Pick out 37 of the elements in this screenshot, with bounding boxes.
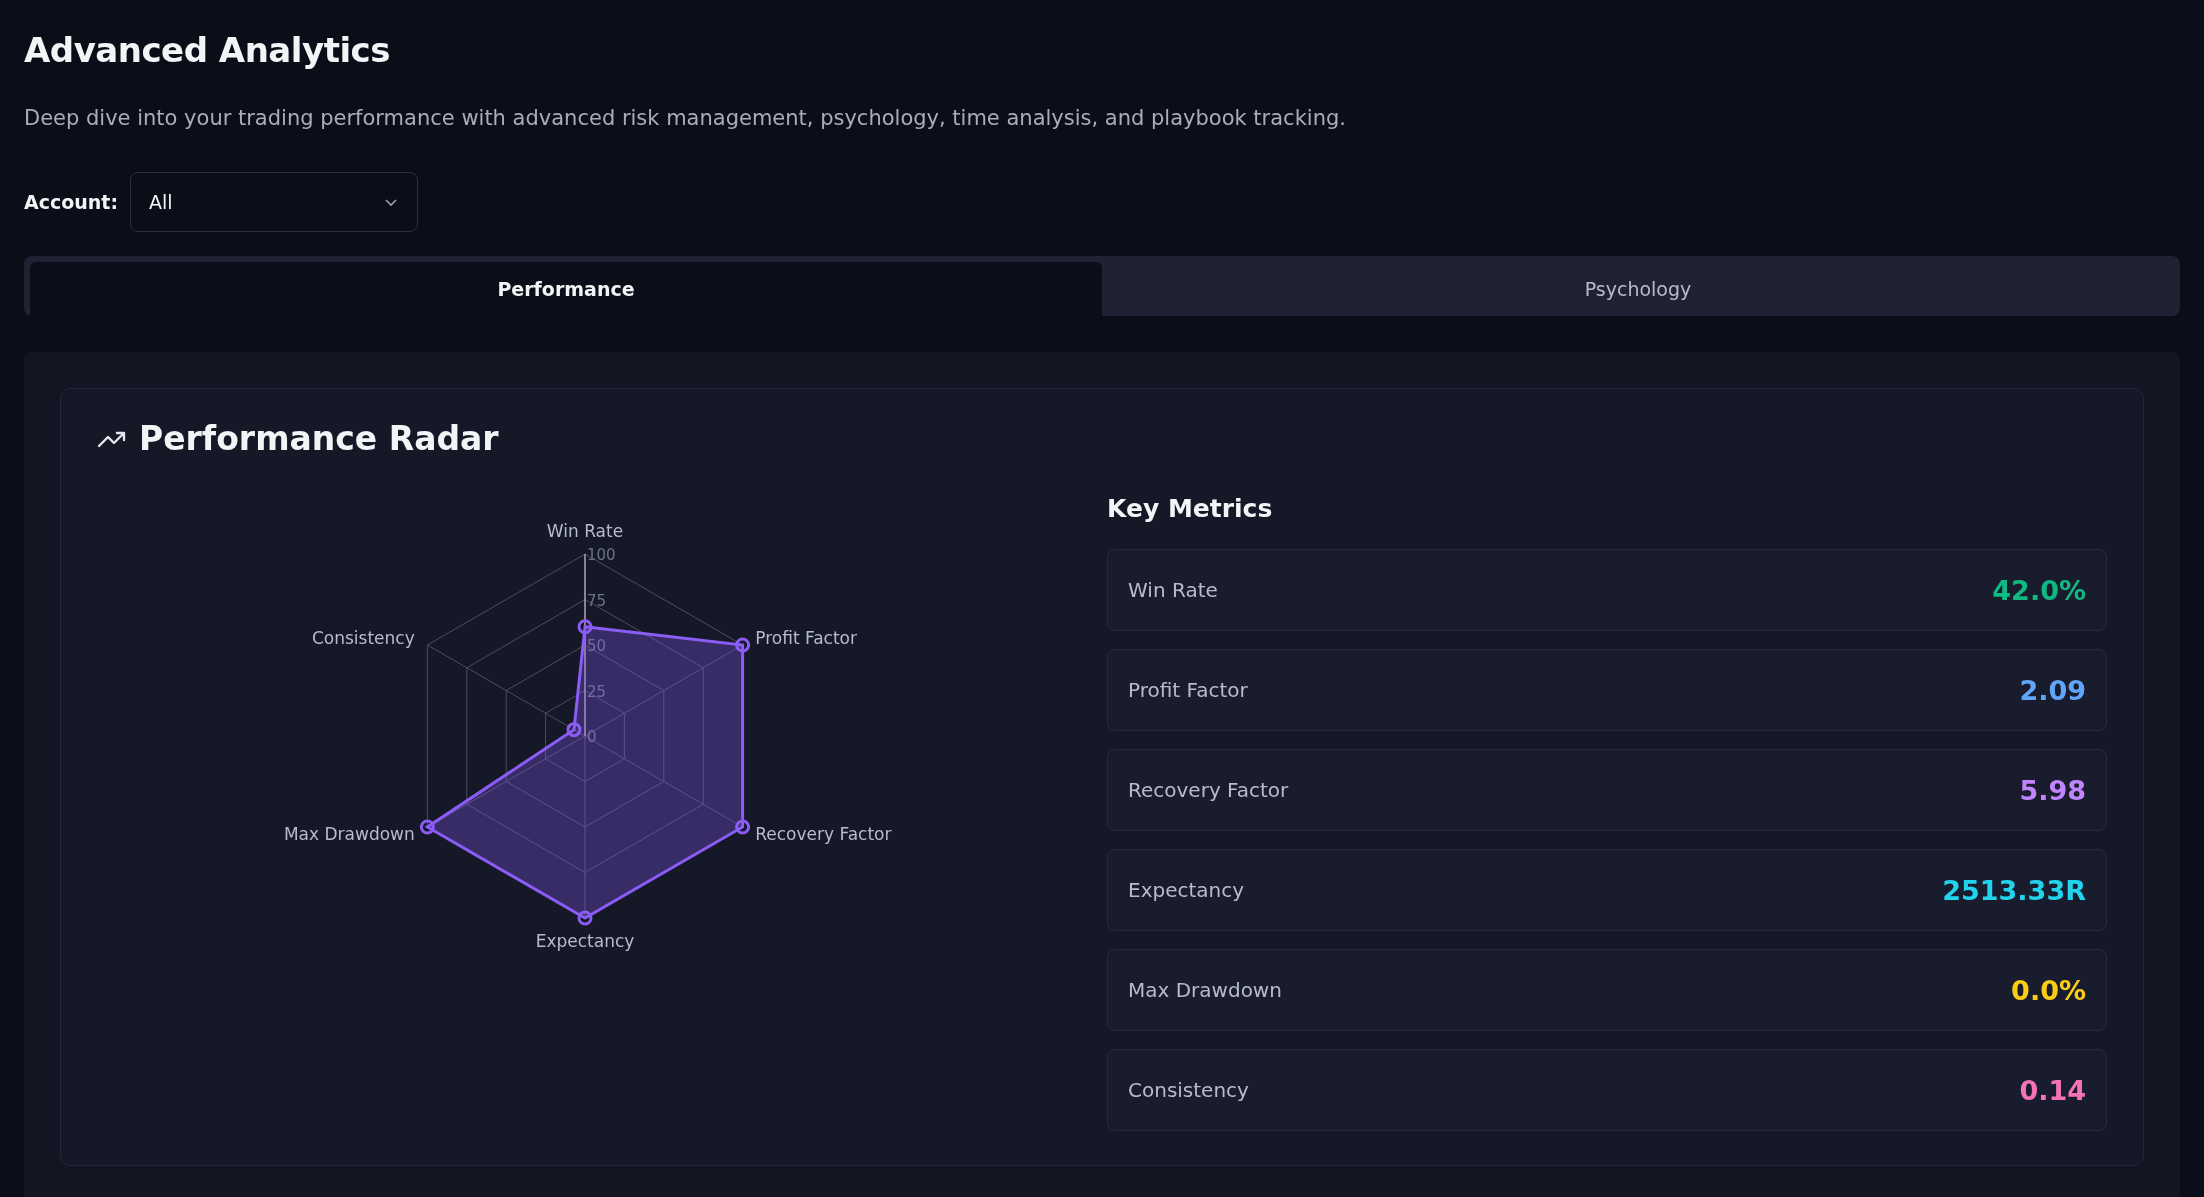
metric-value: 5.98 (2019, 774, 2086, 806)
metric-value: 0.14 (2019, 1074, 2086, 1106)
metric-value: 2513.33R (1942, 874, 2086, 906)
axis-tick-label: 25 (587, 682, 607, 701)
metric-label: Max Drawdown (1128, 978, 1282, 1002)
data-point (735, 819, 751, 835)
data-point (419, 819, 435, 835)
metric-value: 42.0% (1992, 574, 2086, 606)
account-select[interactable]: All (130, 172, 419, 232)
metric-label: Recovery Factor (1128, 778, 1289, 802)
tab[interactable]: Performance (30, 262, 1102, 316)
axis-label: Profit Factor (755, 627, 857, 648)
axis-label: Recovery Factor (755, 824, 892, 845)
metric-value: 0.0% (2011, 974, 2086, 1006)
card-title: Performance Radar (139, 419, 499, 458)
axis-tick-label: 100 (587, 546, 616, 564)
page-title: Advanced Analytics (24, 30, 391, 70)
data-point (566, 722, 582, 738)
axis-label: Consistency (312, 627, 415, 648)
page-subtitle: Deep dive into your trading performance with advanced risk management, psychology, time analysis, and playbook tracking. (24, 106, 1347, 130)
metric-value: 2.09 (2019, 674, 2086, 706)
metrics-title: Key Metrics (1107, 494, 1274, 523)
data-point (577, 910, 593, 926)
axis-tick-label: 0 (587, 728, 597, 746)
metric-label: Expectancy (1128, 878, 1245, 902)
tab[interactable]: Psychology (1102, 262, 2174, 316)
metric-label: Profit Factor (1128, 678, 1248, 702)
metric-label: Consistency (1128, 1078, 1249, 1102)
data-point (577, 619, 593, 635)
data-point (735, 637, 751, 653)
axis-label: Win Rate (546, 521, 624, 542)
axis-tick-label: 75 (587, 591, 607, 610)
axis-label: Max Drawdown (283, 824, 415, 845)
metric-label: Win Rate (1128, 578, 1218, 602)
account-label: Account: (24, 191, 119, 213)
axis-label: Expectancy (535, 930, 635, 951)
axis-tick-label: 50 (587, 637, 607, 655)
